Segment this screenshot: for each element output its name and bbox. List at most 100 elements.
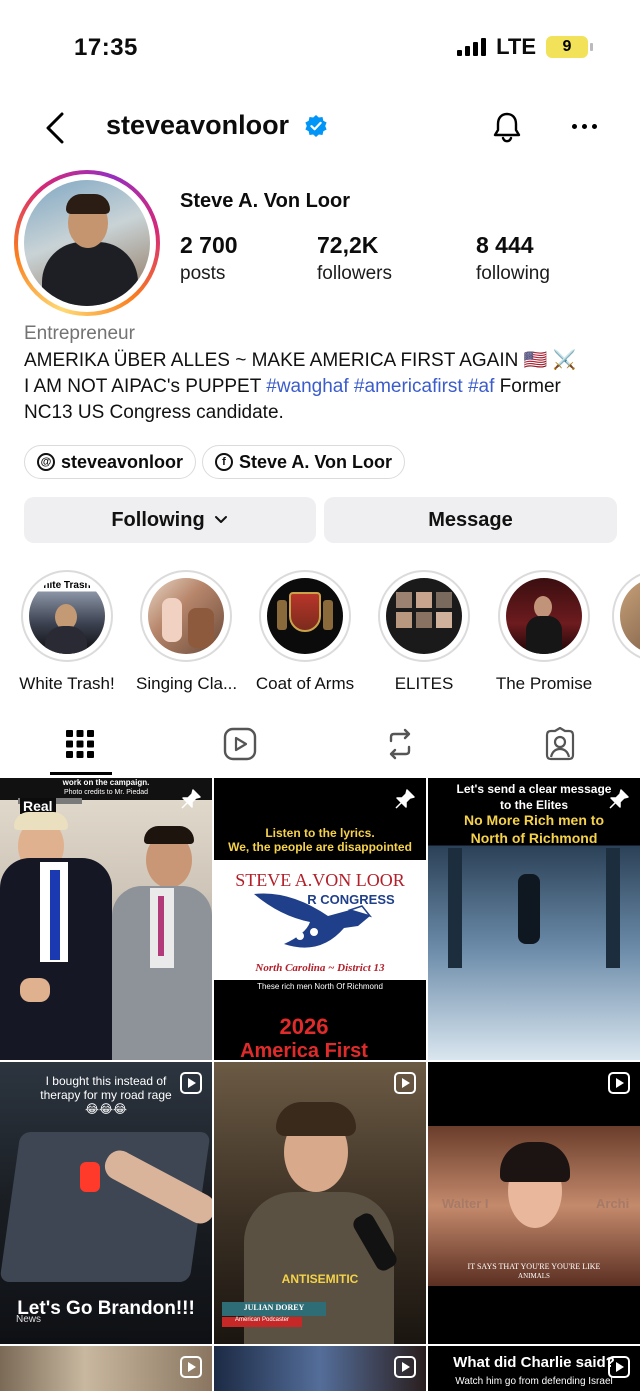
reel-icon (394, 1072, 416, 1094)
bio-hashtags[interactable]: #wanghaf #americafirst #af (266, 376, 494, 397)
reel-icon (394, 1356, 416, 1378)
highlight-more[interactable] (612, 570, 640, 662)
reel-icon (180, 1072, 202, 1094)
grid-post[interactable] (214, 1346, 426, 1391)
highlight-coat-of-arms[interactable]: Coat of Arms (255, 570, 355, 694)
header-username: steveavonloor (106, 110, 290, 140)
signal-icon (457, 38, 487, 56)
battery-icon: 9 (546, 36, 593, 58)
reel-icon (608, 1356, 630, 1378)
status-time: 17:35 (74, 34, 138, 61)
profile-bio: AMERIKA ÜBER ALLES ~ MAKE AMERICA FIRST … (24, 348, 624, 426)
facebook-icon: f (215, 453, 233, 471)
post-caption-top: work on the campaign. (62, 778, 150, 787)
reels-tab[interactable] (220, 724, 260, 764)
active-tab-indicator (50, 772, 112, 775)
pinned-icon (181, 789, 201, 809)
network-label: LTE (496, 34, 536, 59)
bio-line: I AM NOT AIPAC's PUPPET #wanghaf #americ… (24, 376, 561, 397)
repost-icon (389, 728, 411, 760)
stat-label: following (476, 263, 550, 284)
facebook-link[interactable]: f Steve A. Von Loor (202, 445, 406, 479)
post-caption-line: We, the people are disappointed (228, 840, 412, 854)
profile-header: steveavonloor (0, 96, 640, 160)
bio-line: NC13 US Congress candidate. (24, 402, 284, 423)
following-label: Following (111, 508, 205, 531)
post-caption-line: No More Rich men to (463, 812, 604, 828)
highlight-elites[interactable]: ELITES (374, 570, 474, 694)
verified-badge-icon (305, 115, 327, 137)
stat-number: 2 700 (180, 232, 238, 258)
followers-count[interactable]: 72,2K followers (317, 232, 392, 285)
back-icon[interactable] (40, 110, 72, 146)
grid-icon (66, 730, 94, 758)
profile-category: Entrepreneur (24, 323, 135, 344)
post-role: American Podcaster (234, 1317, 290, 1323)
posts-count[interactable]: 2 700 posts (180, 232, 238, 285)
grid-tab[interactable] (60, 724, 100, 764)
grid-post[interactable]: ANTISEMITIC JULIAN DOREY American Podcas… (214, 1062, 426, 1344)
highlight-label: White Trash! (19, 674, 115, 693)
post-subtitle: ANIMALS (518, 1272, 550, 1280)
message-label: Message (428, 508, 513, 531)
grid-post[interactable]: Listen to the lyrics. We, the people are… (214, 778, 426, 1060)
grid-post[interactable] (0, 1346, 212, 1391)
highlight-label: Coat of Arms (255, 674, 355, 693)
link-label: Steve A. Von Loor (239, 451, 393, 472)
grid-post[interactable]: I bought this instead of therapy for my … (0, 1062, 212, 1344)
post-year: 2026 (279, 1014, 329, 1039)
threads-link[interactable]: @ steveavonloor (24, 445, 197, 479)
message-button[interactable]: Message (324, 497, 617, 543)
post-caption-line: North of Richmond (470, 830, 598, 846)
post-district: North Carolina ~ District 13 (255, 962, 385, 974)
status-indicators: LTE 9 (457, 34, 593, 60)
pinned-icon (609, 789, 629, 809)
stat-number: 8 444 (476, 232, 534, 258)
avatar[interactable] (14, 170, 160, 316)
battery-level: 9 (562, 38, 572, 55)
tagged-tab[interactable] (540, 724, 580, 764)
following-count[interactable]: 8 444 following (476, 232, 550, 285)
reel-icon (608, 1072, 630, 1094)
reels-icon (223, 727, 257, 761)
display-name: Steve A. Von Loor (180, 190, 351, 212)
post-name: JULIAN DOREY (243, 1303, 305, 1312)
reel-icon (180, 1356, 202, 1378)
link-label: steveavonloor (61, 451, 184, 472)
highlight-label: Singing Cla... (136, 674, 238, 693)
post-caption-emoji: 😂😂😂 (84, 1102, 128, 1116)
post-caption-line: Listen to the lyrics. (265, 826, 375, 840)
grid-post[interactable]: What did Charlie said? Watch him go from… (428, 1346, 640, 1391)
highlight-the-promise[interactable]: The Promise (494, 570, 594, 694)
notification-bell-icon[interactable] (490, 110, 524, 144)
stat-label: posts (180, 263, 226, 284)
grid-post[interactable]: Let's send a clear message to the Elites… (428, 778, 640, 1060)
post-slogan: America First (240, 1040, 368, 1060)
reposts-tab[interactable] (380, 724, 420, 764)
bio-line: AMERIKA ÜBER ALLES ~ MAKE AMERICA FIRST … (24, 350, 577, 371)
post-subtitle: IT SAYS THAT YOU'RE YOU'RE LIKE (467, 1262, 601, 1271)
grid-post[interactable]: Walter I Archi IT SAYS THAT YOU'RE YOU'R… (428, 1062, 640, 1344)
stat-label: followers (317, 263, 392, 284)
eagle-logo (254, 893, 373, 948)
highlight-singing[interactable]: Singing Cla... (136, 570, 238, 694)
pinned-icon (395, 789, 415, 809)
following-button[interactable]: Following (24, 497, 316, 543)
more-options-icon[interactable] (572, 124, 597, 129)
content-tabs (0, 714, 640, 776)
post-overlay-text: Archi (596, 1196, 630, 1211)
tagged-person-icon (545, 727, 575, 761)
post-label: ANTISEMITIC (281, 1272, 359, 1286)
status-bar: 17:35 LTE 9 (0, 0, 640, 96)
post-overlay-text: Walter I (442, 1196, 489, 1211)
highlight-white-trash[interactable]: hite Trash White Trash! (17, 570, 117, 694)
threads-icon: @ (37, 453, 55, 471)
post-watermark: News (16, 1314, 42, 1325)
highlight-label: ELITES (394, 674, 454, 693)
highlight-label: The Promise (495, 674, 593, 693)
highlight-overlay-text: hite Trash (43, 580, 91, 591)
grid-post[interactable]: work on the campaign. Photo credits to M… (0, 778, 212, 1060)
chevron-down-icon (214, 516, 227, 523)
post-note: These rich men North Of Richmond (257, 982, 383, 991)
post-caption-line: Watch him go from defending Israel (455, 1376, 613, 1387)
